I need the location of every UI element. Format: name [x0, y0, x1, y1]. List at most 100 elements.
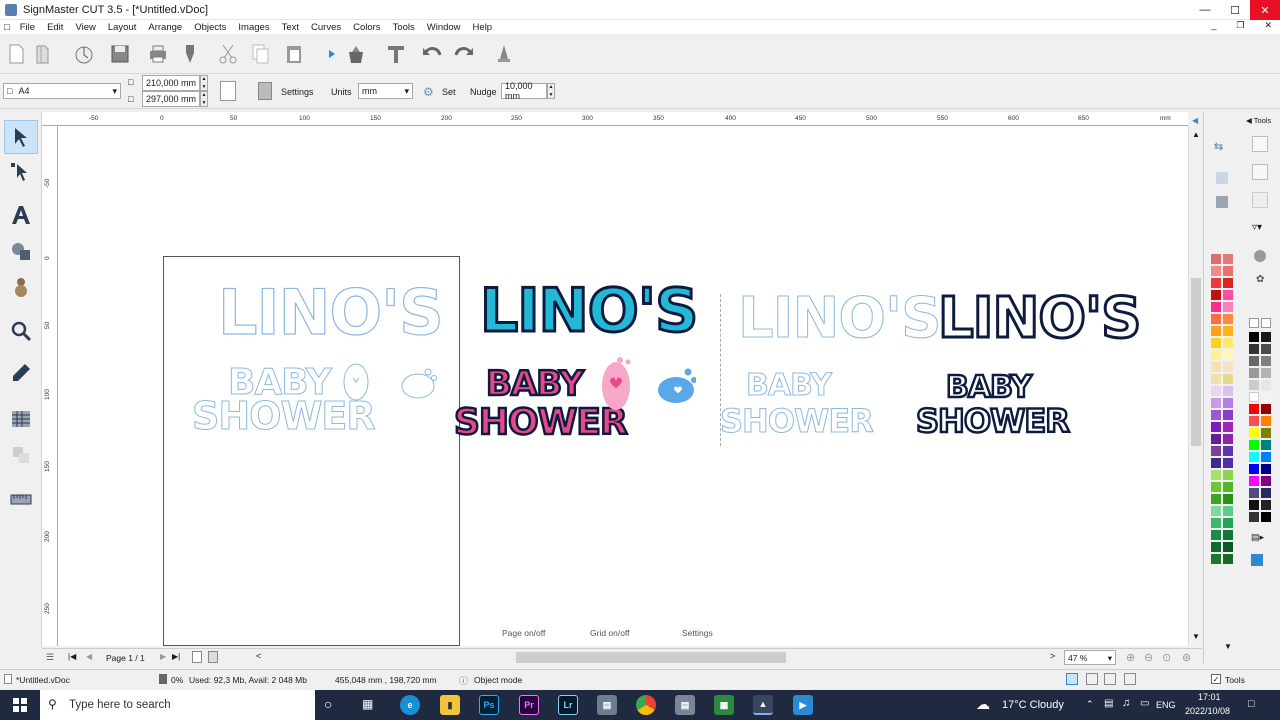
color-swatch[interactable]	[1261, 404, 1271, 414]
zoom-fit-icon[interactable]: ⊙	[1162, 651, 1171, 664]
color-swatch[interactable]	[1223, 362, 1233, 372]
lightroom-icon[interactable]: Lr	[558, 695, 578, 715]
contour-cut-tool-icon[interactable]	[4, 402, 38, 436]
settings-icon[interactable]	[258, 82, 272, 100]
color-swatch[interactable]	[1223, 254, 1233, 264]
color-swatch[interactable]	[1211, 482, 1221, 492]
color-swatch[interactable]	[1211, 290, 1221, 300]
color-swatch[interactable]	[1211, 326, 1221, 336]
color-swatch[interactable]	[1261, 356, 1271, 366]
horizontal-scrollbar-thumb[interactable]	[516, 652, 786, 663]
network-icon[interactable]: ▤	[1104, 698, 1113, 709]
pen-tool-icon[interactable]	[4, 356, 38, 390]
panel-swatch-icon[interactable]	[1252, 164, 1268, 180]
set-button[interactable]: Set	[442, 87, 456, 97]
no-color-swatch[interactable]	[1249, 318, 1259, 328]
color-swatch[interactable]	[1211, 278, 1221, 288]
color-swatch[interactable]	[1249, 428, 1259, 438]
color-swatch[interactable]	[1211, 338, 1221, 348]
weld-tool-icon[interactable]	[4, 438, 38, 472]
new-document-icon[interactable]	[2, 40, 30, 68]
tools-checkbox[interactable]: ✓	[1211, 674, 1221, 684]
premiere-icon[interactable]: Pr	[519, 695, 539, 715]
scroll-up-icon[interactable]: ▲	[1192, 130, 1200, 139]
menu-file[interactable]: File	[14, 22, 41, 33]
color-swatch[interactable]	[1211, 542, 1221, 552]
color-swatch[interactable]	[1223, 506, 1233, 516]
bell-icon[interactable]	[490, 40, 518, 68]
scroll-right-icon[interactable]: >	[1050, 651, 1055, 661]
color-swatch[interactable]	[1211, 554, 1221, 564]
color-swatch[interactable]	[1211, 374, 1221, 384]
menu-layout[interactable]: Layout	[102, 22, 143, 33]
page-width-input[interactable]: 210,000 mm	[142, 75, 200, 91]
color-swatch[interactable]	[1249, 416, 1259, 426]
color-swatch[interactable]	[1261, 488, 1271, 498]
color-swatch[interactable]	[1223, 530, 1233, 540]
color-palette-left[interactable]	[1211, 254, 1233, 654]
next-page-icon[interactable]: ▶	[160, 652, 166, 661]
signmaster-taskbar-icon[interactable]: ▲	[753, 695, 773, 715]
add-page-icon[interactable]	[192, 651, 202, 663]
page-width-stepper[interactable]: ▲ ▼	[200, 75, 208, 91]
color-swatch[interactable]	[1211, 506, 1221, 516]
weather-text[interactable]: 17°C Cloudy	[1002, 699, 1064, 711]
color-swatch[interactable]	[1211, 410, 1221, 420]
shape-tool-icon[interactable]	[4, 234, 38, 268]
close-button[interactable]: ✕	[1250, 0, 1280, 20]
menu-objects[interactable]: Objects	[188, 22, 232, 33]
cutter-icon[interactable]	[70, 40, 98, 68]
current-color-swatch[interactable]	[1251, 554, 1263, 566]
cut-icon[interactable]	[214, 40, 242, 68]
menu-colors[interactable]: Colors	[347, 22, 386, 33]
menu-arrange[interactable]: Arrange	[142, 22, 188, 33]
page-size-select[interactable]: □ A4 ▾	[3, 83, 121, 99]
tray-chevron-icon[interactable]: ⌃	[1086, 699, 1094, 710]
undo-icon[interactable]	[418, 40, 446, 68]
color-swatch[interactable]	[1223, 482, 1233, 492]
fill-dropdown-icon[interactable]: ▿▾	[1252, 222, 1262, 233]
grid-toggle-button[interactable]: Grid on/off	[590, 628, 630, 638]
snap-guide-icon[interactable]	[1124, 673, 1136, 685]
panel-collapse-icon[interactable]: ◀	[1192, 116, 1198, 125]
color-swatch[interactable]	[1249, 356, 1259, 366]
zoom-out-icon[interactable]: ⊖	[1144, 651, 1153, 664]
color-swatch[interactable]	[1211, 266, 1221, 276]
tools-tab[interactable]: ◀ Tools	[1246, 116, 1271, 125]
color-swatch[interactable]	[1249, 440, 1259, 450]
scroll-left-icon[interactable]: <	[256, 651, 261, 661]
color-swatch[interactable]	[1223, 398, 1233, 408]
color-swatch[interactable]	[1223, 326, 1233, 336]
menu-curves[interactable]: Curves	[305, 22, 347, 33]
menu-tools[interactable]: Tools	[387, 22, 421, 33]
notifications-icon[interactable]: □	[1248, 698, 1255, 710]
color-swatch[interactable]	[1249, 332, 1259, 342]
color-swatch[interactable]	[1211, 530, 1221, 540]
horizontal-ruler[interactable]: -50 0 50 100 150 200 250 300 350 400 450…	[42, 112, 1188, 126]
canvas-settings-button[interactable]: Settings	[682, 628, 713, 638]
color-swatch[interactable]	[1249, 464, 1259, 474]
color-swatch[interactable]	[1249, 476, 1259, 486]
color-swatch[interactable]	[1211, 362, 1221, 372]
previous-page-icon[interactable]: ◀	[86, 652, 92, 661]
cortana-icon[interactable]: ○	[324, 696, 332, 712]
open-document-icon[interactable]	[30, 40, 58, 68]
color-swatch[interactable]	[1249, 392, 1259, 402]
fill-bucket-icon[interactable]	[342, 40, 370, 68]
page-height-stepper[interactable]: ▲ ▼	[200, 91, 208, 107]
menu-window[interactable]: Window	[421, 22, 467, 33]
redo-icon[interactable]	[450, 40, 478, 68]
first-page-icon[interactable]: |◀	[68, 652, 76, 661]
mdi-restore-button[interactable]: ❐	[1230, 20, 1250, 31]
zoom-tool-icon[interactable]	[4, 314, 38, 348]
eyedropper-icon[interactable]: ✿	[1256, 274, 1264, 285]
battery-icon[interactable]: ▭	[1140, 698, 1149, 709]
layers-icon[interactable]: ☰	[46, 652, 54, 663]
color-swatch[interactable]	[1249, 500, 1259, 510]
text-tool-icon[interactable]	[4, 198, 38, 232]
color-swatch[interactable]	[1223, 470, 1233, 480]
doc-icon[interactable]: □	[0, 22, 14, 33]
palette-menu-icon[interactable]: ▤▸	[1251, 532, 1264, 543]
color-swatch[interactable]	[1211, 302, 1221, 312]
color-swatch[interactable]	[1211, 470, 1221, 480]
